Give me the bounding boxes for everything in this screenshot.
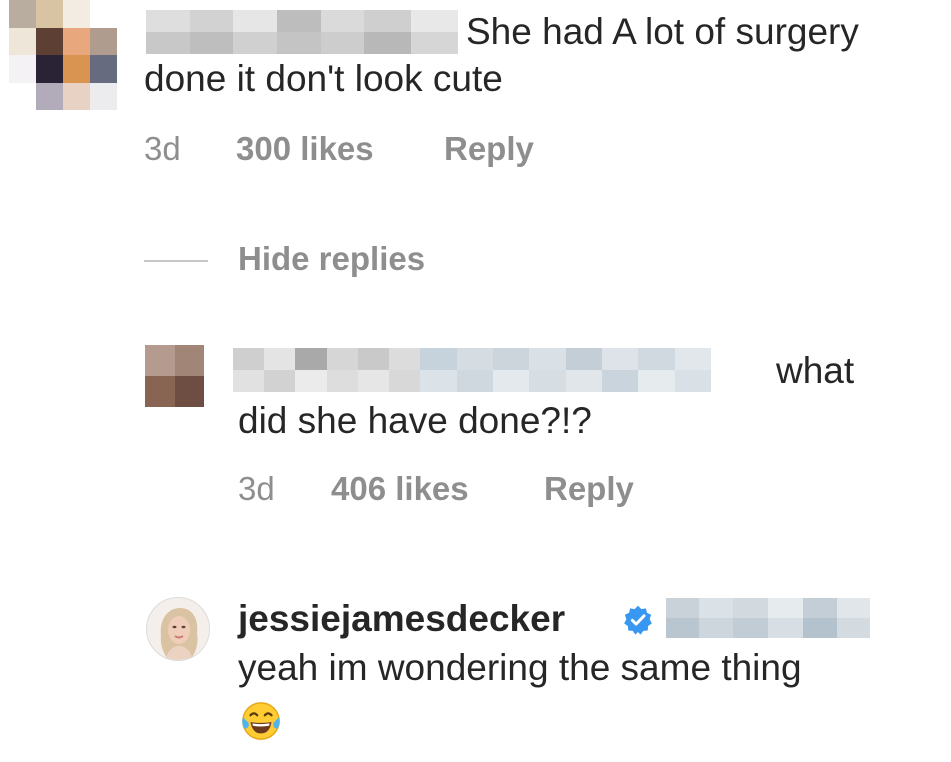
profile-photo-icon (147, 598, 209, 660)
comment-text-line-2: done it don't look cute (144, 58, 503, 99)
divider (144, 260, 208, 262)
comment-text-line-1: She had A lot of surgery (466, 11, 859, 52)
comment-meta: 3d 300 likes Reply (144, 130, 564, 170)
verified-badge-icon (624, 605, 652, 635)
comment-reply-button[interactable]: Reply (444, 130, 534, 168)
comment-time: 3d (144, 130, 181, 167)
reply-meta: 3d 406 likes Reply (238, 470, 658, 510)
reply-text-line-2: did she have done?!? (238, 400, 592, 441)
face-with-tears-of-joy-icon (242, 702, 280, 740)
reply-text-line-1: what (776, 350, 855, 391)
reply-reply-button[interactable]: Reply (544, 470, 634, 508)
hide-replies-button[interactable]: Hide replies (238, 240, 425, 278)
username-verified[interactable]: jessiejamesdecker (238, 598, 565, 640)
reply-time: 3d (238, 470, 275, 507)
mention-redacted[interactable] (666, 598, 870, 638)
username-redacted[interactable] (233, 348, 753, 392)
reply-text: yeah im wondering the same thing (238, 647, 802, 688)
comment-likes[interactable]: 300 likes (236, 130, 374, 168)
avatar[interactable] (145, 345, 204, 407)
avatar[interactable] (146, 597, 210, 661)
avatar[interactable] (9, 0, 117, 110)
reply-likes[interactable]: 406 likes (331, 470, 469, 508)
username-redacted[interactable] (146, 10, 458, 54)
